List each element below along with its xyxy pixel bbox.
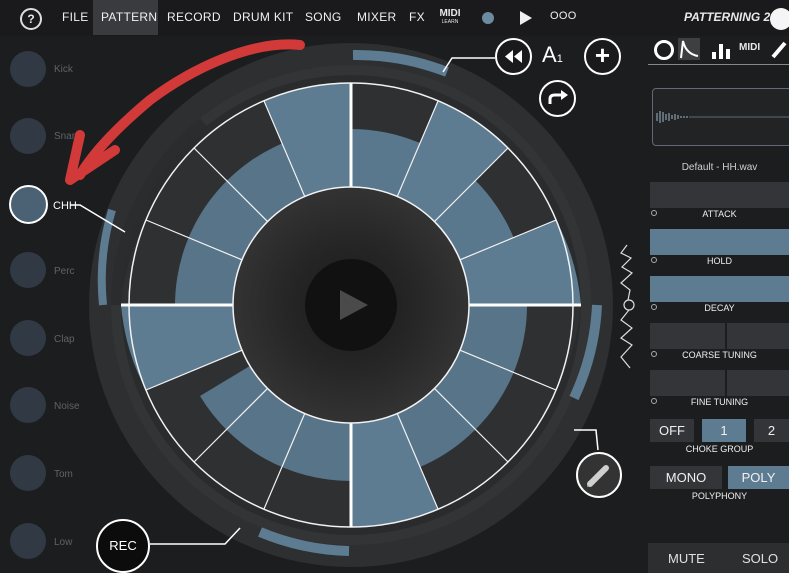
choke-2-button[interactable]: 2 [754, 419, 789, 442]
tab-midi[interactable]: MIDI [739, 42, 760, 53]
fine-tuning-slider[interactable] [650, 370, 789, 396]
polyphony-label: POLYPHONY [691, 491, 748, 501]
fine-tuning-label: FINE TUNING [690, 397, 749, 407]
waveform-icon [656, 111, 789, 123]
coarse-center-mark [725, 323, 727, 349]
waveform-display[interactable] [652, 88, 789, 146]
hold-label: HOLD [706, 256, 732, 266]
solo-button[interactable]: SOLO [742, 551, 778, 566]
poly-button[interactable]: POLY [728, 466, 789, 489]
choke-off-button[interactable]: OFF [650, 419, 694, 442]
swing-control[interactable] [620, 244, 635, 369]
rewind-icon [505, 50, 522, 63]
attack-label: ATTACK [702, 209, 737, 219]
mono-button[interactable]: MONO [650, 466, 722, 489]
decay-slider[interactable] [650, 276, 789, 302]
hold-slider[interactable] [650, 229, 789, 255]
rec-button[interactable]: REC [96, 519, 150, 573]
tab-pencil-icon[interactable] [769, 38, 789, 60]
envelope-shape-icon [680, 40, 699, 59]
redo-arrow-icon [548, 90, 568, 104]
mute-button[interactable]: MUTE [668, 551, 705, 566]
tab-sample-circle-icon[interactable] [654, 40, 674, 60]
tab-envelope-icon[interactable] [678, 38, 700, 60]
rewind-button[interactable] [495, 38, 532, 75]
pattern-letter: A [542, 42, 557, 67]
panel-tabs: MIDI [652, 38, 789, 62]
pattern-number: 1 [556, 53, 563, 65]
forward-button[interactable] [539, 80, 576, 117]
choke-1-button[interactable]: 1 [702, 419, 746, 442]
attack-slider[interactable] [650, 182, 789, 208]
coarse-tuning-slider[interactable] [650, 323, 789, 349]
tabs-underline [648, 64, 789, 65]
coarse-tuning-label: COARSE TUNING [682, 350, 757, 360]
fine-center-mark [725, 370, 727, 396]
decay-label: DECAY [704, 303, 735, 313]
add-pattern-button[interactable]: + [584, 38, 621, 75]
pattern-selector[interactable]: A1 [542, 42, 563, 68]
choke-group-label: CHOKE GROUP [685, 444, 754, 454]
edit-button[interactable] [576, 452, 622, 498]
pencil-icon [587, 465, 609, 487]
sample-name[interactable]: Default - HH.wav [650, 162, 789, 173]
tab-levels-icon[interactable] [710, 40, 732, 60]
